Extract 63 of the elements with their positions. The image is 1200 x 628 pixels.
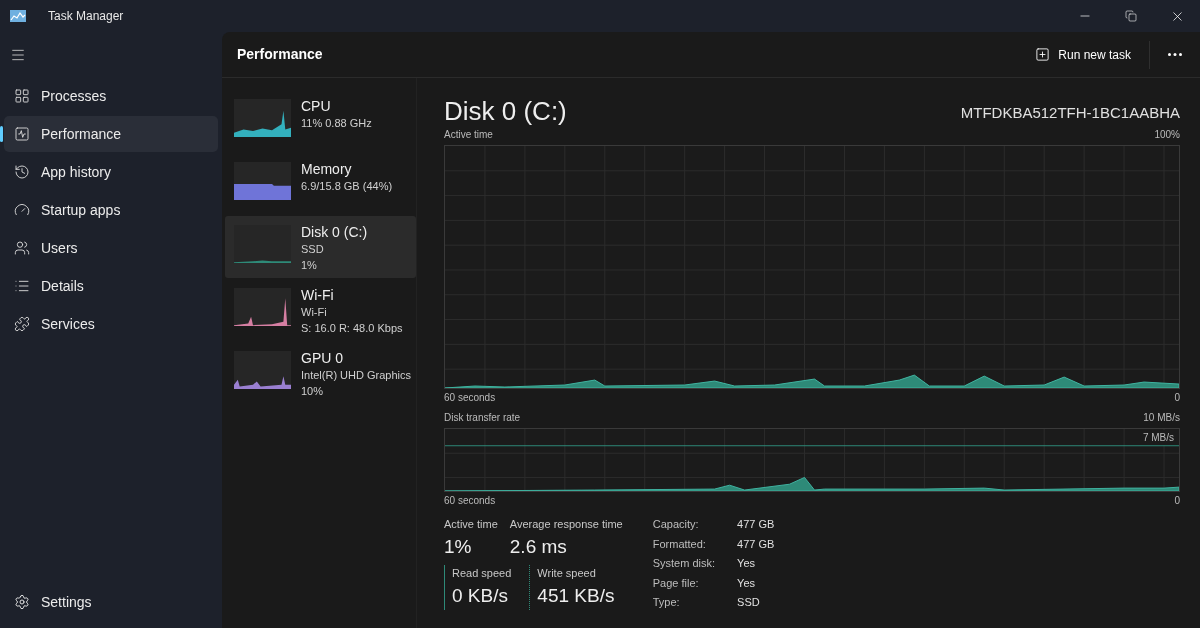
- grid-icon: [14, 88, 30, 104]
- device-item[interactable]: Memory 6.9/15.8 GB (44%): [225, 153, 416, 215]
- run-new-task-button[interactable]: Run new task: [1027, 39, 1139, 70]
- graph-time-label: 60 seconds: [444, 494, 496, 508]
- speed-value: 0 KB/s: [452, 583, 509, 608]
- stat-label: Active time: [444, 517, 498, 532]
- stat-label: Average response time: [509, 517, 623, 532]
- stat-value: 1%: [444, 534, 473, 559]
- graph-max-label: 100%: [1154, 128, 1180, 142]
- nav-item[interactable]: Processes: [4, 78, 218, 114]
- nav-item[interactable]: Users: [4, 230, 218, 266]
- property-label: Page file:: [652, 575, 700, 591]
- sparkline-thumbnail: [234, 99, 291, 137]
- settings-icon: [14, 594, 30, 610]
- property-label: System disk:: [652, 556, 716, 571]
- graph-time-label: 60 seconds: [444, 391, 496, 405]
- property-label: Capacity:: [652, 517, 700, 532]
- app-logo-icon: [10, 10, 26, 22]
- users-icon: [14, 240, 30, 256]
- nav-item[interactable]: Startup apps: [4, 192, 218, 228]
- stat-value: 2.6 ms: [509, 534, 568, 559]
- speed-label: Write speed: [537, 566, 597, 581]
- device-item[interactable]: Disk 0 (C:) SSD 1%: [225, 216, 416, 278]
- device-item[interactable]: Wi-Fi Wi-Fi S: 16.0 R: 48.0 Kbps: [225, 279, 416, 341]
- property-label: Type:: [652, 595, 681, 610]
- restore-icon: [1125, 10, 1137, 22]
- graph-max-label: 10 MB/s: [1143, 411, 1180, 425]
- window-title: Task Manager: [48, 8, 124, 25]
- menu-icon: [10, 47, 26, 63]
- nav-item[interactable]: App history: [4, 154, 218, 190]
- property-value: 477 GB: [737, 536, 775, 552]
- sparkline-thumbnail: [234, 288, 291, 326]
- graph-min-label: 0: [1174, 391, 1180, 405]
- graph-label: Disk transfer rate: [444, 411, 521, 425]
- sparkline-thumbnail: [234, 351, 291, 389]
- settings-nav-item[interactable]: Settings: [4, 584, 218, 620]
- graph-scale-label: 7 MB/s: [1142, 430, 1174, 445]
- device-item[interactable]: GPU 0 Intel(R) UHD Graphics 10%: [225, 342, 416, 404]
- history-icon: [14, 164, 30, 180]
- disk-model: MTFDKBA512TFH-1BC1AABHA: [960, 102, 1180, 123]
- more-icon: [1168, 53, 1182, 56]
- sparkline-thumbnail: [234, 225, 291, 263]
- sparkline-thumbnail: [234, 162, 291, 200]
- add-task-icon: [1035, 47, 1051, 62]
- device-item[interactable]: CPU 11% 0.88 GHz: [225, 90, 416, 152]
- nav-item[interactable]: Details: [4, 268, 218, 304]
- property-value: Yes: [737, 556, 757, 571]
- graph-min-label: 0: [1174, 494, 1180, 508]
- puzzle-icon: [14, 316, 30, 332]
- disk-title: Disk 0 (C:): [444, 96, 567, 126]
- selection-indicator: [0, 126, 3, 142]
- speed-value: 451 KB/s: [537, 583, 615, 608]
- page-title: Performance: [237, 45, 323, 64]
- property-value: Yes: [737, 575, 757, 591]
- speed-label: Read speed: [452, 566, 512, 581]
- property-value: 477 GB: [737, 517, 775, 532]
- list-icon: [14, 278, 30, 294]
- activity-icon: [14, 126, 30, 142]
- graph-label: Active time: [444, 128, 493, 142]
- property-value: SSD: [737, 595, 761, 610]
- gauge-icon: [14, 202, 30, 218]
- nav-item[interactable]: Services: [4, 306, 218, 342]
- property-label: Formatted:: [652, 536, 707, 552]
